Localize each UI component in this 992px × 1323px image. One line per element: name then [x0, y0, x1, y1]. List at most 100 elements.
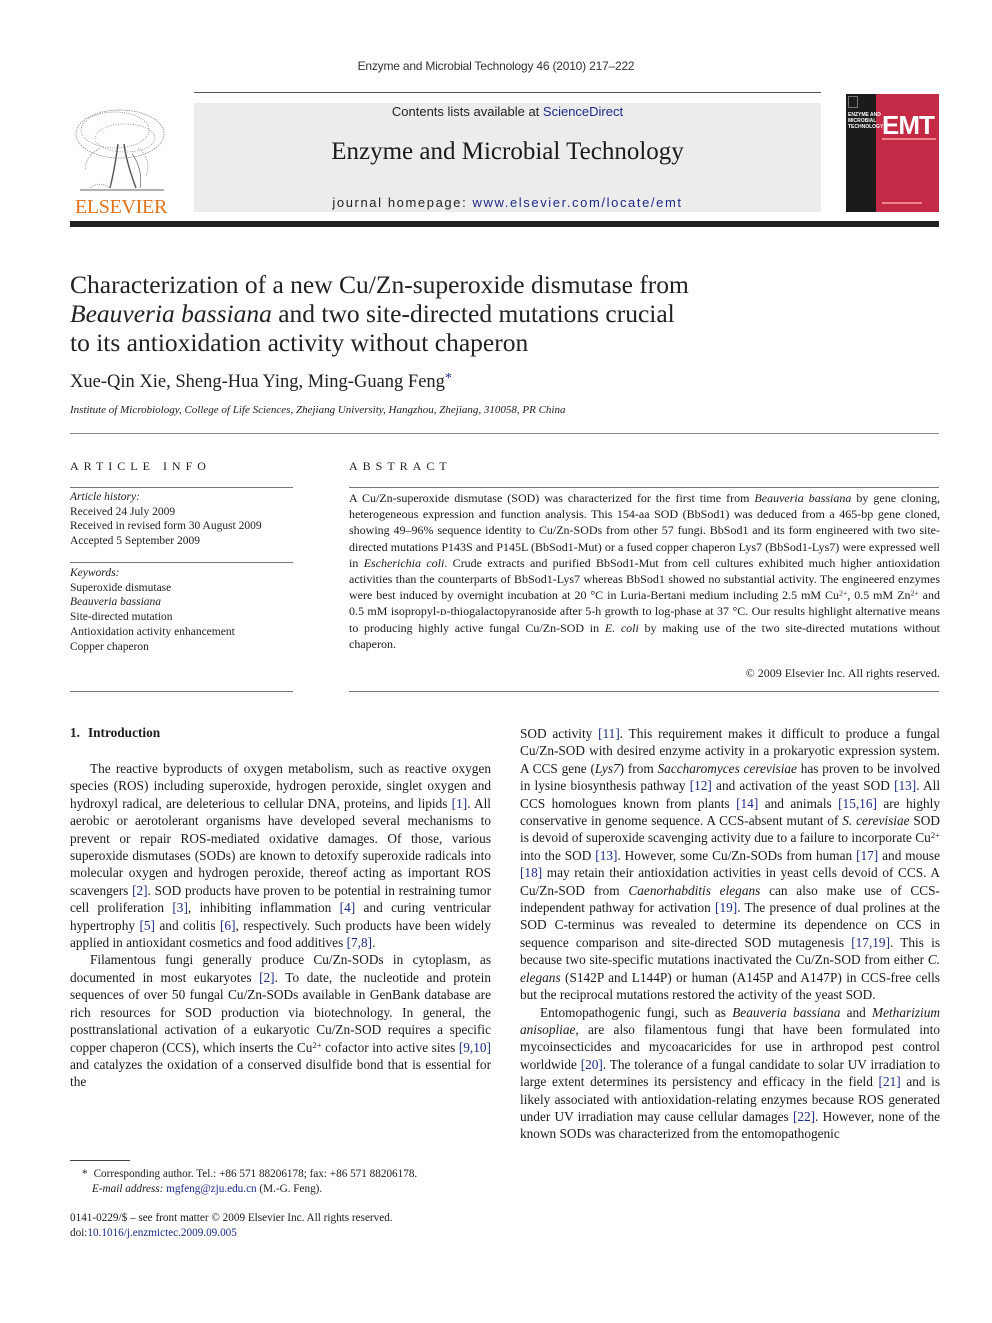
citation-link[interactable]: [13]: [894, 778, 916, 793]
keyword-item: Superoxide dismutase: [70, 581, 172, 594]
citation-link[interactable]: [2]: [259, 970, 275, 985]
superscript: 2+: [312, 1039, 322, 1050]
citation-link[interactable]: [1]: [452, 796, 468, 811]
paragraph-continued: SOD activity [11]. This requirement make…: [520, 725, 940, 1004]
citation-link[interactable]: [17,19]: [851, 935, 890, 950]
text: and activation of the yeast SOD: [711, 778, 895, 794]
citation-link[interactable]: [6]: [220, 918, 236, 933]
text: . However, some Cu/Zn-SODs from human: [617, 847, 857, 863]
history-item: Accepted 5 September 2009: [70, 535, 200, 548]
issn-line: 0141-0229/$ – see front matter © 2009 El…: [70, 1212, 393, 1224]
text: and colitis: [154, 917, 220, 933]
body-column-right: SOD activity [11]. This requirement make…: [520, 725, 940, 1143]
species-name: Caenorhabditis elegans: [628, 882, 761, 898]
corresponding-author-mark[interactable]: *: [445, 371, 452, 386]
citation-link[interactable]: [3]: [172, 900, 188, 915]
abstract-host: E. coli: [604, 620, 639, 635]
keyword-item: Beauveria bassiana: [70, 596, 162, 609]
divider: [349, 487, 939, 488]
divider: [70, 487, 293, 488]
abstract-species: Beauveria bassiana: [754, 491, 852, 505]
tree-icon: [75, 109, 165, 191]
email-link[interactable]: mgfeng@zju.edu.cn: [166, 1183, 256, 1195]
email-line: E-mail address: mgfeng@zju.edu.cn (M.-G.…: [82, 1182, 502, 1197]
keyword-item: Antioxidation activity enhancement: [70, 625, 235, 638]
journal-homepage-link[interactable]: www.elsevier.com/locate/emt: [473, 195, 683, 210]
superscript: 2+: [930, 830, 940, 841]
abstract-span: A Cu/Zn-superoxide dismutase (SOD) was c…: [349, 491, 755, 505]
section-heading-introduction: 1. Introduction: [70, 725, 160, 741]
citation-link[interactable]: [9,10]: [459, 1040, 491, 1055]
citation-link[interactable]: [22]: [793, 1109, 815, 1124]
keyword-item: Copper chaperon: [70, 640, 149, 653]
cover-subtitle-bar: [882, 138, 936, 140]
article-title: Characterization of a new Cu/Zn-superoxi…: [70, 270, 770, 357]
citation-link[interactable]: [14]: [736, 796, 758, 811]
footnote-text: Corresponding author. Tel.: +86 571 8820…: [93, 1168, 418, 1180]
title-line-2: and two site-directed mutations crucial: [271, 299, 675, 328]
species-name: Beauveria bassiana: [732, 1004, 841, 1020]
text: SOD activity: [520, 726, 599, 741]
text: (S142P and L144P) or human (A145P and A1…: [520, 969, 940, 1003]
text: The reactive byproducts of oxygen metabo…: [70, 761, 491, 811]
citation-link[interactable]: [18]: [520, 865, 542, 880]
abstract-host: Escherichia coli: [363, 555, 445, 570]
citation-link[interactable]: [4]: [340, 900, 356, 915]
history-label: Article history:: [70, 491, 140, 503]
citation-link[interactable]: [19]: [715, 900, 737, 915]
species-name: S. cerevisiae: [842, 813, 910, 829]
title-line-1: Characterization of a new Cu/Zn-superoxi…: [70, 270, 689, 299]
masthead-top-rule: [194, 92, 821, 93]
text: and mouse: [878, 847, 940, 863]
citation-link[interactable]: [12]: [690, 778, 712, 793]
text: ) from: [619, 760, 658, 776]
abstract-heading: ABSTRACT: [349, 459, 452, 473]
homepage-line: journal homepage: www.elsevier.com/locat…: [194, 195, 821, 210]
section-title: Introduction: [87, 725, 161, 740]
section-number: 1.: [70, 725, 80, 740]
citation-link[interactable]: [7,8]: [347, 935, 372, 950]
divider: [349, 691, 939, 692]
paragraph: Filamentous fungi generally produce Cu/Z…: [70, 951, 491, 1090]
text: cofactor into active sites: [321, 1039, 459, 1055]
doi-link[interactable]: 10.1016/j.enzmictec.2009.09.005: [87, 1227, 236, 1239]
keyword-item: Site-directed mutation: [70, 611, 173, 624]
cover-footer-bar: [882, 202, 922, 204]
footnote-mark: *: [82, 1168, 88, 1180]
contents-line: Contents lists available at ScienceDirec…: [194, 104, 821, 119]
abstract-text: A Cu/Zn-superoxide dismutase (SOD) was c…: [349, 490, 940, 652]
text: and catalyzes the oxidation of a conserv…: [70, 1056, 491, 1090]
citation-link[interactable]: [17]: [856, 848, 878, 863]
gene-name: Lys7: [594, 760, 620, 776]
text: and animals: [758, 795, 839, 811]
doi-prefix: doi:: [70, 1227, 88, 1239]
cover-logo-icon: [848, 96, 858, 108]
citation-link[interactable]: [21]: [879, 1074, 901, 1089]
text: into the SOD: [520, 847, 596, 863]
body-column-left: The reactive byproducts of oxygen metabo…: [70, 760, 491, 1091]
homepage-prefix: journal homepage:: [332, 195, 473, 210]
title-line-3: to its antioxidation activity without ch…: [70, 328, 529, 357]
citation-link[interactable]: [5]: [139, 918, 155, 933]
affiliation: Institute of Microbiology, College of Li…: [70, 404, 566, 416]
divider: [70, 562, 293, 563]
citation-link[interactable]: [2]: [132, 883, 148, 898]
abstract-span: , 0.5 mM Zn: [847, 588, 911, 603]
citation-link[interactable]: [15,16]: [838, 796, 877, 811]
elsevier-wordmark: ELSEVIER: [74, 196, 168, 218]
email-suffix: (M.-G. Feng).: [256, 1183, 323, 1195]
history-item: Received in revised form 30 August 2009: [70, 520, 262, 533]
text: , inhibiting inflammation: [187, 900, 340, 916]
journal-title: Enzyme and Microbial Technology: [331, 138, 684, 165]
citation-link[interactable]: [13]: [595, 848, 617, 863]
citation-link[interactable]: [11]: [598, 726, 620, 741]
cover-acronym: EMT: [882, 110, 935, 140]
sciencedirect-link[interactable]: ScienceDirect: [543, 104, 623, 119]
citation-link[interactable]: [20]: [581, 1057, 603, 1072]
abstract-copyright: © 2009 Elsevier Inc. All rights reserved…: [745, 666, 940, 680]
article-info-heading: ARTICLE INFO: [70, 459, 211, 473]
history-item: Received 24 July 2009: [70, 505, 176, 518]
authors: Xue-Qin Xie, Sheng-Hua Ying, Ming-Guang …: [70, 371, 452, 393]
superscript: 2+: [910, 588, 919, 598]
front-matter: 0141-0229/$ – see front matter © 2009 El…: [70, 1211, 490, 1241]
